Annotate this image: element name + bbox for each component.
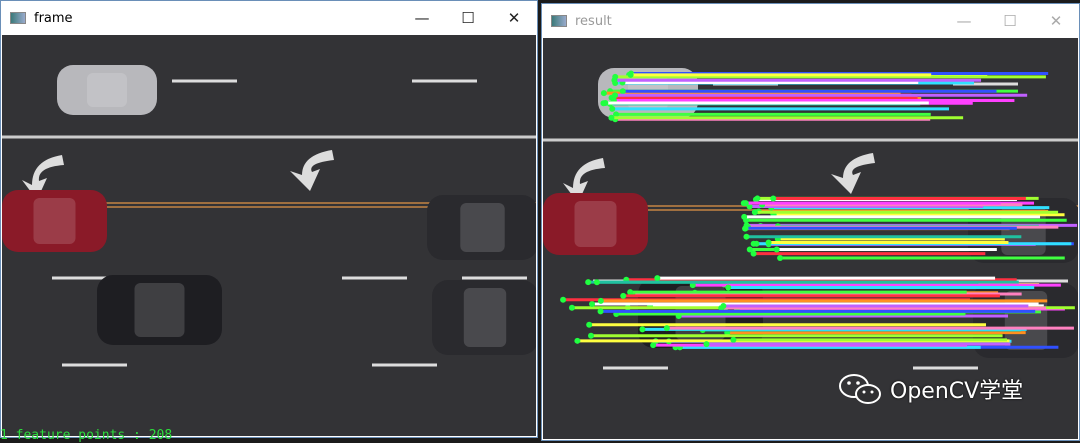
feature-point (753, 240, 760, 247)
feature-point (725, 284, 732, 291)
feature-point (589, 301, 596, 308)
window-title: frame (34, 10, 73, 26)
road-scene (2, 35, 536, 436)
feature-point (650, 342, 657, 349)
frame-titlebar[interactable]: frame — ☐ ✕ (1, 1, 537, 35)
feature-point (574, 337, 581, 344)
feature-point (602, 99, 609, 106)
car-roof (87, 73, 127, 107)
feature-point (611, 77, 618, 84)
minimize-button[interactable]: — (941, 4, 987, 38)
feature-point (597, 308, 604, 315)
close-button[interactable]: ✕ (491, 1, 537, 35)
feature-point (742, 200, 749, 207)
result-titlebar[interactable]: result — ☐ ✕ (542, 4, 1079, 38)
feature-point (620, 292, 627, 299)
feature-point (703, 341, 710, 348)
maximize-button[interactable]: ☐ (987, 4, 1033, 38)
watermark: OpenCV学堂 (838, 372, 1023, 406)
wechat-icon (839, 374, 881, 404)
feature-point (773, 246, 780, 253)
feature-point (600, 90, 607, 97)
minimize-button[interactable]: — (399, 1, 445, 35)
feature-point (765, 239, 772, 246)
car-roof (460, 203, 505, 252)
feature-point (586, 321, 593, 328)
feature-point (627, 289, 634, 296)
feature-point (663, 325, 670, 332)
car-roof (463, 288, 507, 347)
feature-point (639, 326, 646, 333)
feature-point (777, 255, 784, 262)
feature-point (746, 246, 753, 253)
feature-point (608, 114, 615, 121)
feature-point (741, 213, 748, 220)
app-icon (551, 15, 567, 27)
feature-point (743, 233, 750, 240)
feature-point (593, 279, 600, 286)
feature-point (627, 71, 634, 78)
feature-point (560, 296, 567, 303)
feature-point (654, 275, 661, 282)
feature-point (597, 297, 604, 304)
window-title: result (575, 13, 612, 29)
feature-point (770, 195, 777, 202)
feature-point (568, 304, 575, 311)
feature-point (720, 303, 727, 310)
frame-window: frame — ☐ ✕ (0, 0, 538, 438)
feature-point (609, 105, 616, 112)
watermark-text: OpenCV学堂 (890, 379, 1024, 404)
feature-point (730, 336, 737, 343)
feature-point (751, 209, 758, 216)
close-button[interactable]: ✕ (1033, 4, 1079, 38)
feature-point (588, 332, 595, 339)
feature-point (742, 225, 749, 232)
feature-point (619, 88, 626, 95)
feature-point (585, 279, 592, 286)
car-roof (574, 201, 617, 247)
car-roof (134, 283, 185, 337)
car-roof (33, 198, 76, 244)
app-icon (10, 12, 26, 24)
feature-point (612, 92, 619, 99)
maximize-button[interactable]: ☐ (445, 1, 491, 35)
feature-point (754, 195, 761, 202)
frame-image (2, 35, 536, 436)
